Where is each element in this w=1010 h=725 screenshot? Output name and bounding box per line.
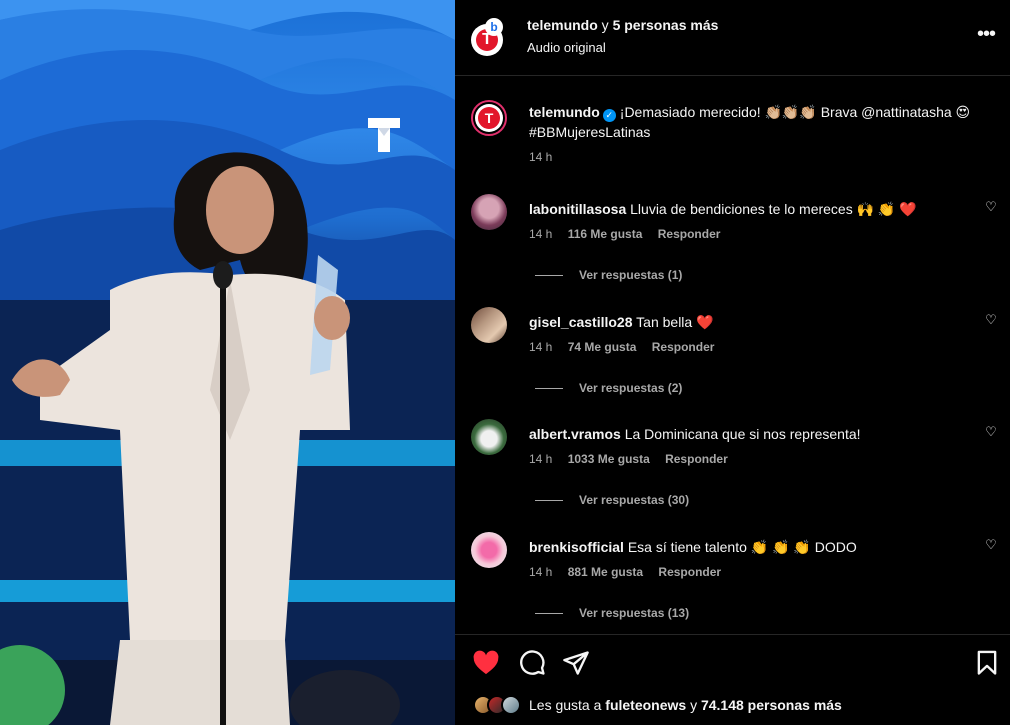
- comment-avatar[interactable]: [471, 307, 507, 343]
- view-replies-button[interactable]: Ver respuestas (1): [535, 268, 682, 282]
- reply-button[interactable]: Responder: [658, 565, 721, 579]
- telemundo-watermark: [368, 118, 400, 152]
- comment-like-heart-icon[interactable]: ♡: [984, 200, 998, 214]
- verified-badge-icon: ✓: [602, 109, 616, 122]
- comment-username[interactable]: brenkisofficial: [529, 539, 624, 555]
- caption-username[interactable]: telemundo: [529, 104, 600, 120]
- comment-like-heart-icon[interactable]: ♡: [984, 538, 998, 552]
- view-replies-label: Ver respuestas (30): [579, 493, 690, 507]
- replies-line: [535, 387, 563, 389]
- comment-icon[interactable]: [518, 649, 546, 677]
- comment-avatar[interactable]: [471, 419, 507, 455]
- save-bookmark-icon[interactable]: [973, 649, 1001, 677]
- caption-time[interactable]: 14 h: [529, 150, 552, 164]
- comment-username[interactable]: gisel_castillo28: [529, 314, 633, 330]
- comment-item: gisel_castillo28 Tan bella ❤️ 14 h 74 Me…: [455, 307, 1010, 407]
- comment-text-block: labonitillasosa Lluvia de bendiciones te…: [529, 200, 969, 218]
- post-actions: Les gusta a fuleteonews y 74.148 persona…: [455, 634, 1010, 725]
- comment-avatar[interactable]: [471, 194, 507, 230]
- more-horizontal-icon[interactable]: •••: [974, 24, 998, 48]
- caption-text-block: telemundo ✓ ¡Demasiado merecido! 👏🏼👏🏼👏🏼 Br…: [529, 102, 979, 142]
- comment-text: Esa sí tiene talento 👏 👏 👏 DODO: [627, 539, 857, 555]
- reply-button[interactable]: Responder: [652, 340, 715, 354]
- view-replies-label: Ver respuestas (1): [579, 268, 683, 282]
- comment-like-heart-icon[interactable]: ♡: [984, 425, 998, 439]
- comment-avatar[interactable]: [471, 532, 507, 568]
- author-username[interactable]: telemundo: [527, 17, 598, 33]
- comment-meta: 14 h 116 Me gusta Responder: [529, 227, 732, 241]
- comment-item: brenkisofficial Esa sí tiene talento 👏 👏…: [455, 532, 1010, 632]
- likes-text: Les gusta a fuleteonews y 74.148 persona…: [529, 697, 842, 713]
- comment-username[interactable]: albert.vramos: [529, 426, 621, 442]
- comment-time[interactable]: 14 h: [529, 340, 552, 354]
- likes-count-link[interactable]: 74.148 personas más: [701, 697, 842, 713]
- likes-user-link[interactable]: fuleteonews: [605, 697, 686, 713]
- post-media[interactable]: [0, 0, 455, 725]
- comment-text-block: albert.vramos La Dominicana que si nos r…: [529, 425, 969, 443]
- view-replies-label: Ver respuestas (13): [579, 606, 690, 620]
- comment-text: La Dominicana que si nos representa!: [624, 426, 861, 442]
- likes-summary[interactable]: Les gusta a fuleteonews y 74.148 persona…: [473, 695, 842, 715]
- post-side-panel: T b telemundo y 5 personas más Audio ori…: [455, 0, 1010, 725]
- view-replies-button[interactable]: Ver respuestas (13): [535, 606, 689, 620]
- reply-button[interactable]: Responder: [665, 452, 728, 466]
- likes-connector: y: [690, 697, 698, 713]
- video-frame: [0, 0, 455, 725]
- comment-item: albert.vramos La Dominicana que si nos r…: [455, 419, 1010, 519]
- comment-text-block: brenkisofficial Esa sí tiene talento 👏 👏…: [529, 538, 969, 556]
- collab-others-link[interactable]: 5 personas más: [613, 17, 719, 33]
- comment-likes[interactable]: 116 Me gusta: [568, 227, 643, 241]
- view-replies-label: Ver respuestas (2): [579, 381, 683, 395]
- collab-connector: y: [601, 17, 609, 33]
- comment-time[interactable]: 14 h: [529, 452, 552, 466]
- collab-badge: b: [485, 18, 503, 36]
- comment-time[interactable]: 14 h: [529, 227, 552, 241]
- collab-title[interactable]: telemundo y 5 personas más: [527, 17, 718, 33]
- comment-text: Lluvia de bendiciones te lo mereces 🙌 👏 …: [630, 201, 917, 217]
- liker-avatar: [501, 695, 521, 715]
- view-replies-button[interactable]: Ver respuestas (30): [535, 493, 689, 507]
- view-replies-button[interactable]: Ver respuestas (2): [535, 381, 682, 395]
- caption-avatar[interactable]: T: [471, 100, 507, 136]
- likes-prefix: Les gusta a: [529, 697, 602, 713]
- comment-item: labonitillasosa Lluvia de bendiciones te…: [455, 194, 1010, 294]
- post-header: T b telemundo y 5 personas más Audio ori…: [455, 0, 1010, 76]
- replies-line: [535, 499, 563, 501]
- comment-username[interactable]: labonitillasosa: [529, 201, 626, 217]
- comment-likes[interactable]: 1033 Me gusta: [568, 452, 650, 466]
- comment-text-block: gisel_castillo28 Tan bella ❤️: [529, 313, 969, 331]
- comment-time[interactable]: 14 h: [529, 565, 552, 579]
- comment-likes[interactable]: 74 Me gusta: [568, 340, 637, 354]
- reply-button[interactable]: Responder: [658, 227, 721, 241]
- comment-meta: 14 h 74 Me gusta Responder: [529, 340, 726, 354]
- comment-text: Tan bella ❤️: [636, 314, 714, 330]
- audio-link[interactable]: Audio original: [527, 40, 606, 55]
- replies-line: [535, 612, 563, 614]
- comment-likes[interactable]: 881 Me gusta: [568, 565, 643, 579]
- share-send-icon[interactable]: [562, 649, 590, 677]
- comment-meta: 14 h 1033 Me gusta Responder: [529, 452, 740, 466]
- comment-meta: 14 h 881 Me gusta Responder: [529, 565, 733, 579]
- replies-line: [535, 274, 563, 276]
- like-heart-icon[interactable]: [472, 649, 500, 677]
- comment-like-heart-icon[interactable]: ♡: [984, 313, 998, 327]
